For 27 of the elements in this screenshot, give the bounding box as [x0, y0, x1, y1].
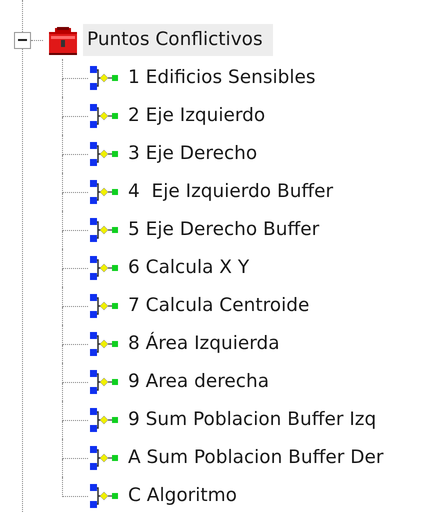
layer-icon [88, 292, 120, 320]
tree-item[interactable]: 8 Área Izquierda [124, 328, 284, 360]
tree-item[interactable]: 3 Eje Derecho [124, 138, 262, 170]
tree-item[interactable]: A Sum Poblacion Buffer Der [124, 442, 388, 474]
tree-item[interactable]: 1 Edificios Sensibles [124, 62, 320, 94]
layer-icon [88, 140, 120, 168]
tree-item[interactable]: 2 Eje Izquierdo [124, 100, 270, 132]
layer-icon [88, 406, 120, 434]
layer-icon [88, 216, 120, 244]
toolbox-icon [47, 24, 79, 56]
tree-item[interactable]: C Algoritmo [124, 480, 241, 512]
layer-icon [88, 254, 120, 282]
tree-item[interactable]: 6 Calcula X Y [124, 252, 254, 284]
layer-icon [88, 330, 120, 358]
layer-icon [88, 102, 120, 130]
tree-item[interactable]: 5 Eje Derecho Buffer [124, 214, 324, 246]
tree-item[interactable]: 9 Area derecha [124, 366, 274, 398]
tree-item[interactable]: Puntos Conflictivos [83, 24, 273, 56]
layer-icon [88, 64, 120, 92]
layer-icon [88, 444, 120, 472]
layer-icon [88, 368, 120, 396]
collapse-button[interactable] [14, 32, 31, 48]
layer-icon [88, 482, 120, 510]
tree-item[interactable]: 4 Eje Izquierdo Buffer [124, 176, 338, 208]
tree-item[interactable]: 7 Calcula Centroide [124, 290, 314, 322]
layer-icon [88, 178, 120, 206]
tree-item[interactable]: 9 Sum Poblacion Buffer Izq [124, 404, 380, 436]
